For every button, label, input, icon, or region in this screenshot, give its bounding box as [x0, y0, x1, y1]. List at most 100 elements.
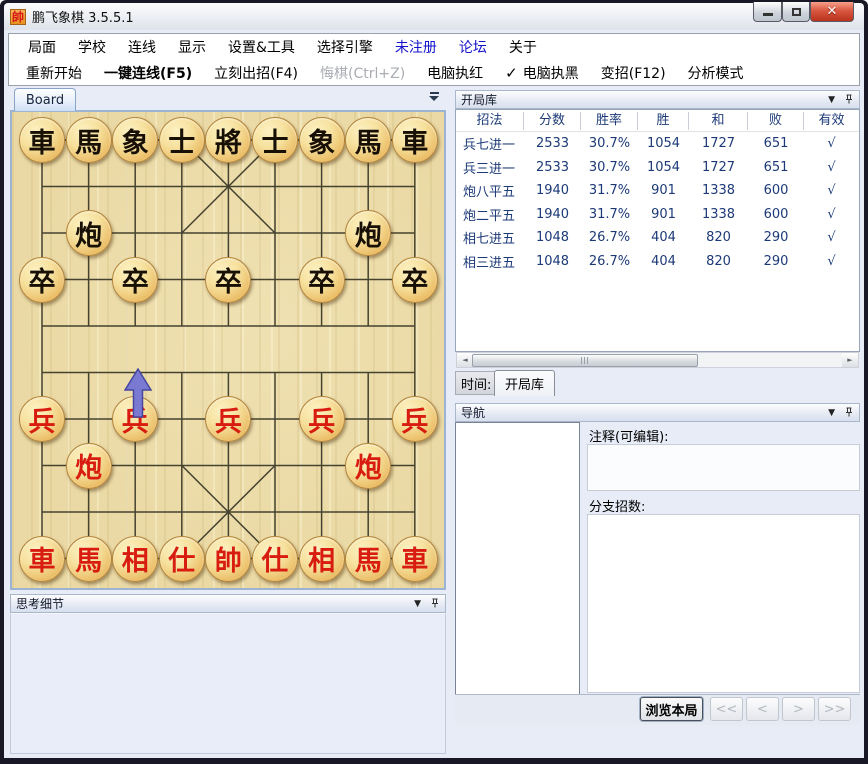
toolbar-item-8[interactable]: 分析模式 [677, 63, 755, 83]
branch-moves-list[interactable] [587, 514, 860, 693]
board-piece-black[interactable]: 車 [392, 117, 438, 163]
chess-board[interactable]: 車馬象士將士象馬車炮炮卒卒卒卒卒兵兵兵兵兵炮炮車馬相仕帥仕相馬車 [10, 110, 446, 590]
nav-button-first[interactable]: << [710, 697, 743, 721]
book-row-6[interactable]: 相三进五104826.7%404820290√ [456, 250, 859, 274]
board-piece-black[interactable]: 卒 [205, 257, 251, 303]
board-piece-red[interactable]: 兵 [19, 396, 65, 442]
menu-item-6[interactable]: 选择引擎 [306, 37, 384, 57]
board-piece-black[interactable]: 士 [159, 117, 205, 163]
book-cell: 兵七进一 [456, 134, 524, 153]
toolbar-item-2[interactable]: 一键连线(F5) [93, 63, 203, 83]
book-cell: √ [804, 136, 859, 151]
book-row-1[interactable]: 兵七进一253330.7%10541727651√ [456, 132, 859, 156]
board-piece-red[interactable]: 馬 [345, 536, 391, 582]
book-col-header-7[interactable]: 有效 [804, 112, 859, 130]
thinking-panel-body [10, 613, 446, 754]
toolbar-item-6[interactable]: ✓电脑执黑 [494, 63, 590, 83]
book-col-header-4[interactable]: 胜 [638, 112, 689, 130]
toolbar-item-7[interactable]: 变招(F12) [590, 63, 677, 83]
book-panel-title: 开局库 [461, 91, 497, 108]
nav-button-next[interactable]: > [782, 697, 815, 721]
menu-item-8[interactable]: 论坛 [448, 37, 498, 57]
tab-menu-icon[interactable] [428, 92, 440, 104]
book-col-header-1[interactable]: 招法 [456, 112, 524, 130]
menu-item-7[interactable]: 未注册 [384, 37, 448, 57]
board-piece-red[interactable]: 兵 [299, 396, 345, 442]
opening-book-table: 招法分数胜率胜和败有效 兵七进一253330.7%10541727651√兵三进… [455, 109, 860, 352]
board-piece-red[interactable]: 相 [299, 536, 345, 582]
nav-button-last[interactable]: >> [818, 697, 851, 721]
board-piece-black[interactable]: 馬 [66, 117, 112, 163]
board-piece-black[interactable]: 象 [299, 117, 345, 163]
book-row-5[interactable]: 相七进五104826.7%404820290√ [456, 226, 859, 250]
browse-game-button[interactable]: 浏览本局 [640, 697, 703, 721]
menu-item-3[interactable]: 连线 [117, 37, 167, 57]
collapse-icon[interactable]: ▼ [828, 95, 835, 105]
board-grid [14, 114, 446, 590]
nav-button-prev[interactable]: < [746, 697, 779, 721]
book-cell: 651 [748, 160, 804, 175]
board-piece-red[interactable]: 炮 [345, 443, 391, 489]
book-cell: 相七进五 [456, 228, 524, 247]
toolbar-item-5[interactable]: 电脑执红 [416, 63, 494, 83]
comment-label: 注释(可编辑): [589, 426, 669, 445]
book-row-3[interactable]: 炮八平五194031.7%9011338600√ [456, 179, 859, 203]
toolbar-item-1[interactable]: 重新开始 [15, 63, 93, 83]
board-piece-black[interactable]: 卒 [19, 257, 65, 303]
board-piece-red[interactable]: 車 [19, 536, 65, 582]
board-piece-black[interactable]: 象 [112, 117, 158, 163]
menu-item-4[interactable]: 显示 [167, 37, 217, 57]
tab-opening-book[interactable]: 开局库 [494, 370, 555, 396]
book-cell: 31.7% [581, 207, 638, 222]
title-bar[interactable]: 帥 鹏飞象棋 3.5.5.1 [4, 3, 864, 30]
book-col-header-5[interactable]: 和 [689, 112, 748, 130]
menu-item-2[interactable]: 学校 [67, 37, 117, 57]
book-cell: 1940 [524, 183, 581, 198]
menu-item-1[interactable]: 局面 [17, 37, 67, 57]
book-cell: 2533 [524, 136, 581, 151]
book-cell: 1727 [689, 136, 748, 151]
board-piece-black[interactable]: 車 [19, 117, 65, 163]
collapse-icon[interactable]: ▼ [414, 599, 421, 609]
horizontal-scrollbar[interactable]: ◄ ► [456, 352, 859, 368]
board-piece-red[interactable]: 仕 [252, 536, 298, 582]
board-piece-red[interactable]: 仕 [159, 536, 205, 582]
board-piece-red[interactable]: 兵 [392, 396, 438, 442]
book-col-header-2[interactable]: 分数 [524, 112, 581, 130]
tab-board[interactable]: Board [14, 88, 76, 111]
board-piece-black[interactable]: 卒 [112, 257, 158, 303]
book-row-2[interactable]: 兵三进一253330.7%10541727651√ [456, 156, 859, 180]
move-list[interactable] [455, 422, 580, 695]
board-piece-black[interactable]: 炮 [66, 210, 112, 256]
board-piece-red[interactable]: 車 [392, 536, 438, 582]
close-button[interactable]: ✕ [810, 2, 854, 22]
pin-icon[interactable] [844, 407, 854, 418]
toolbar-item-4[interactable]: 悔棋(Ctrl+Z) [309, 63, 416, 83]
menu-item-9[interactable]: 关于 [498, 37, 548, 57]
board-piece-black[interactable]: 馬 [345, 117, 391, 163]
scroll-left-icon[interactable]: ◄ [457, 353, 473, 367]
board-piece-red[interactable]: 相 [112, 536, 158, 582]
scrollbar-thumb[interactable] [472, 354, 698, 367]
pin-icon[interactable] [844, 94, 854, 105]
menu-item-5[interactable]: 设置&工具 [217, 37, 306, 57]
book-col-header-3[interactable]: 胜率 [581, 112, 638, 130]
maximize-button[interactable] [782, 2, 810, 22]
toolbar-item-3[interactable]: 立刻出招(F4) [203, 63, 309, 83]
pin-icon[interactable] [430, 598, 440, 609]
minimize-icon [763, 13, 773, 16]
board-piece-black[interactable]: 卒 [299, 257, 345, 303]
board-piece-black[interactable]: 卒 [392, 257, 438, 303]
board-piece-red[interactable]: 炮 [66, 443, 112, 489]
book-col-header-6[interactable]: 败 [748, 112, 804, 130]
comment-textarea[interactable] [587, 444, 860, 491]
book-row-4[interactable]: 炮二平五194031.7%9011338600√ [456, 203, 859, 227]
minimize-button[interactable] [753, 2, 782, 22]
board-piece-red[interactable]: 帥 [205, 536, 251, 582]
board-piece-red[interactable]: 馬 [66, 536, 112, 582]
scroll-right-icon[interactable]: ► [842, 353, 858, 367]
tab-board-label: Board [26, 93, 64, 108]
board-piece-black[interactable]: 士 [252, 117, 298, 163]
collapse-icon[interactable]: ▼ [828, 408, 835, 418]
board-piece-black[interactable]: 炮 [345, 210, 391, 256]
